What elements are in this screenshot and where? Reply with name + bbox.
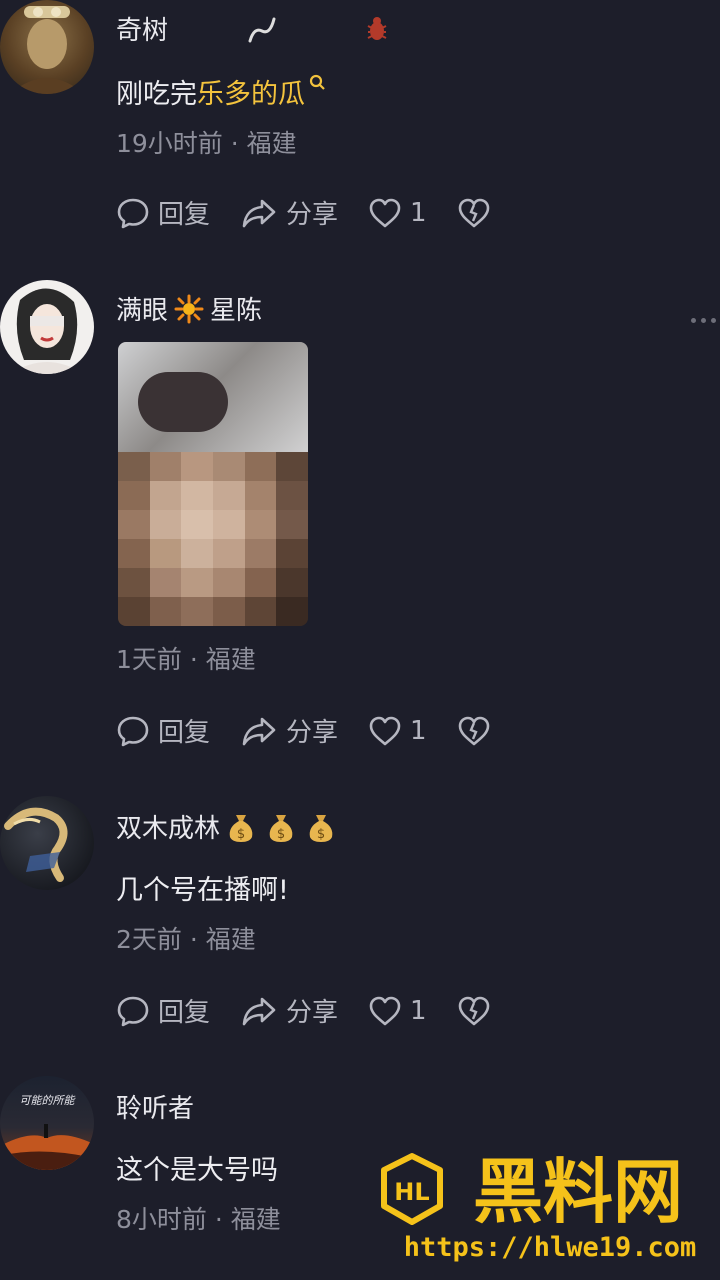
- avatar[interactable]: [0, 796, 94, 890]
- timestamp-location: 19小时前 · 福建: [116, 129, 297, 158]
- comment-bubble-icon: [117, 996, 149, 1026]
- heart-icon: [369, 716, 401, 745]
- bug-icon: [367, 16, 387, 40]
- comment-image[interactable]: [118, 342, 308, 626]
- avatar[interactable]: [0, 280, 94, 374]
- broken-heart-icon: [458, 198, 489, 227]
- comment-text: 这个是大号吗: [116, 1155, 278, 1186]
- heart-icon: [369, 198, 401, 227]
- censored-mosaic: [118, 452, 308, 626]
- timestamp-location: 8小时前 · 福建: [116, 1205, 281, 1234]
- reply-button[interactable]: 回复: [116, 712, 210, 749]
- svg-text:$: $: [277, 827, 285, 842]
- action-bar: 回复 分享 1: [116, 992, 521, 1029]
- dislike-button[interactable]: [457, 995, 491, 1027]
- action-bar: 回复 分享 1: [116, 194, 521, 231]
- timestamp-location: 1天前 · 福建: [116, 645, 256, 674]
- sun-icon: [174, 294, 204, 323]
- username[interactable]: 双木成林 $ $ $: [116, 808, 336, 845]
- like-button[interactable]: 1: [368, 197, 427, 229]
- watermark-brand: 黑料网: [473, 1151, 683, 1233]
- timestamp-location: 2天前 · 福建: [116, 925, 256, 954]
- username[interactable]: 聆听者: [116, 1088, 194, 1125]
- avatar-caption: 可能的所能: [20, 1094, 77, 1107]
- username[interactable]: 奇树: [116, 10, 392, 47]
- dislike-button[interactable]: [457, 197, 491, 229]
- username[interactable]: 满眼 星陈: [116, 290, 262, 327]
- comment-bubble-icon: [117, 198, 149, 228]
- watermark-url: https://hlwe19.com: [404, 1232, 697, 1263]
- avatar-dragon-icon: [4, 807, 68, 882]
- money-bag-icon: $: [269, 814, 293, 842]
- money-bag-icon: $: [229, 814, 253, 842]
- avatar-sunset-icon: 可能的所能: [0, 1094, 94, 1170]
- squiggle-icon: [248, 17, 276, 42]
- share-button[interactable]: 分享: [240, 712, 338, 749]
- avatar-portrait-icon: [10, 6, 84, 94]
- share-arrow-icon: [242, 717, 276, 745]
- broken-heart-icon: [458, 996, 489, 1025]
- watermark-logo: HL: [394, 1178, 429, 1206]
- reply-button[interactable]: 回复: [116, 194, 210, 231]
- share-button[interactable]: 分享: [240, 992, 338, 1029]
- heart-icon: [369, 996, 401, 1025]
- broken-heart-icon: [458, 716, 489, 745]
- search-icon[interactable]: [307, 72, 329, 94]
- share-arrow-icon: [242, 997, 276, 1025]
- share-arrow-icon: [242, 199, 276, 227]
- more-options-icon[interactable]: [691, 318, 716, 323]
- avatar[interactable]: [0, 0, 94, 94]
- watermark: HL 黑料网 https://hlwe19.com: [378, 1150, 718, 1272]
- comment-bubble-icon: [117, 716, 149, 746]
- hashtag-link[interactable]: 乐多的瓜: [197, 79, 305, 110]
- comment-text: 刚吃完乐多的瓜: [116, 72, 329, 111]
- reply-button[interactable]: 回复: [116, 992, 210, 1029]
- share-button[interactable]: 分享: [240, 194, 338, 231]
- watermark-logo-icon: HL 黑料网 https://hlwe19.com: [381, 1151, 697, 1263]
- svg-text:$: $: [317, 827, 325, 842]
- like-button[interactable]: 1: [368, 715, 427, 747]
- dislike-button[interactable]: [457, 715, 491, 747]
- like-button[interactable]: 1: [368, 995, 427, 1027]
- avatar-portrait-icon: [10, 288, 84, 374]
- svg-text:$: $: [237, 827, 245, 842]
- avatar[interactable]: 可能的所能: [0, 1076, 94, 1170]
- comment-text: 几个号在播啊!: [116, 875, 289, 906]
- money-bag-icon: $: [309, 814, 333, 842]
- action-bar: 回复 分享 1: [116, 712, 521, 749]
